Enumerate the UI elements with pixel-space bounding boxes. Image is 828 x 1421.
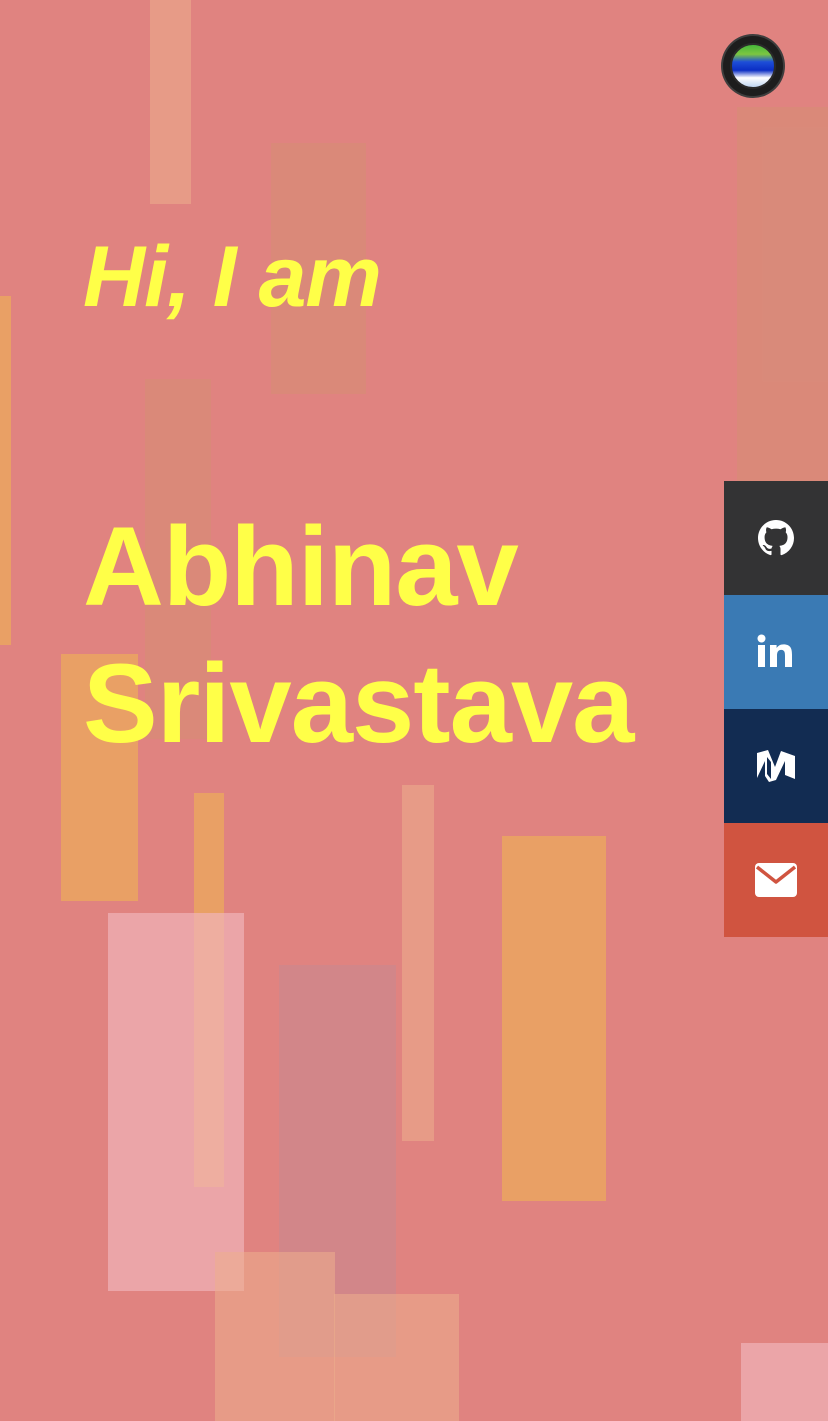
hero-name: Abhinav Srivastava [83, 498, 634, 772]
bg-rect [108, 913, 244, 1291]
hero-name-last: Srivastava [83, 641, 634, 766]
theme-orb-icon [730, 43, 776, 89]
theme-toggle-button[interactable] [723, 36, 783, 96]
bg-rect [150, 0, 191, 204]
bg-rect [402, 785, 434, 1141]
linkedin-link[interactable] [724, 595, 828, 709]
hero-name-first: Abhinav [83, 504, 519, 629]
bg-rect [279, 965, 396, 1357]
hero-greeting: Hi, I am [83, 229, 382, 325]
bg-rect [334, 1294, 459, 1421]
github-icon [758, 520, 794, 556]
medium-icon [757, 750, 795, 782]
email-icon [755, 863, 797, 897]
medium-link[interactable] [724, 709, 828, 823]
bg-rect [194, 793, 224, 1187]
email-link[interactable] [724, 823, 828, 937]
linkedin-icon [757, 634, 792, 667]
bg-rect [741, 1343, 828, 1421]
social-sidebar [724, 481, 828, 937]
bg-rect [502, 836, 606, 1201]
bg-rect [215, 1252, 335, 1421]
bg-rect [737, 107, 828, 485]
github-link[interactable] [724, 481, 828, 595]
bg-rect [0, 296, 11, 645]
